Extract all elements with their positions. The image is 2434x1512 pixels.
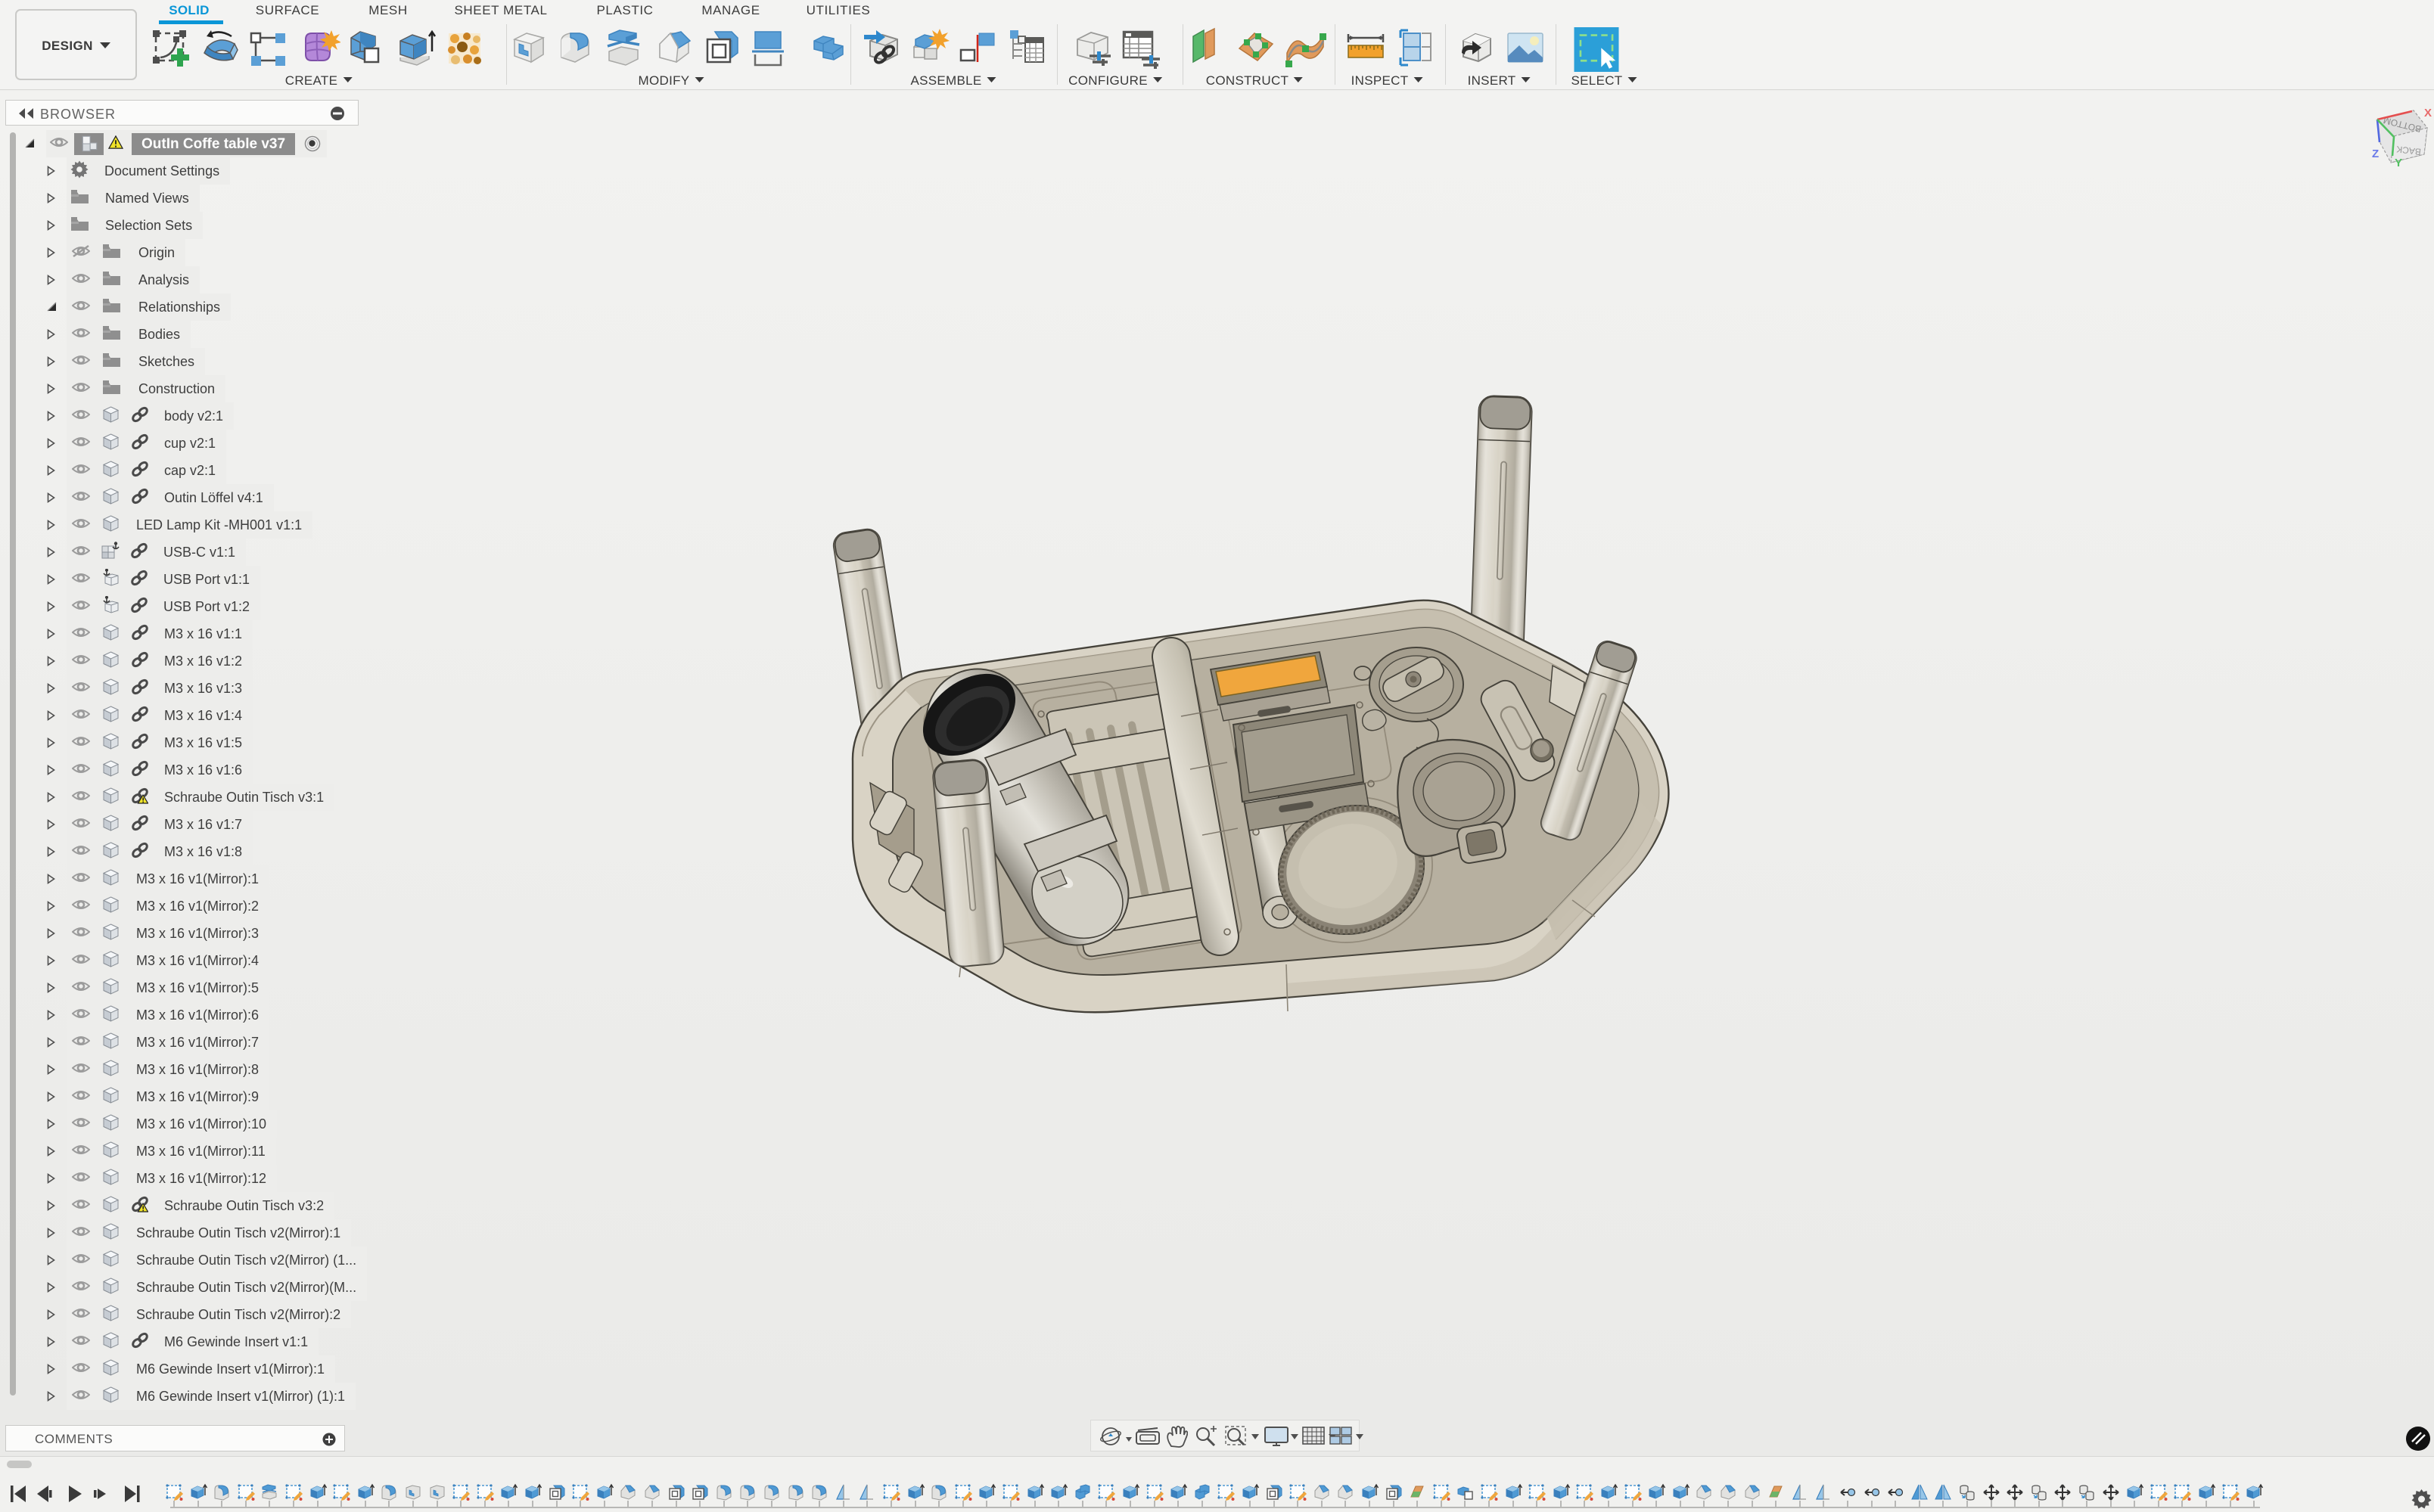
svg-text:Y: Y	[2395, 157, 2402, 169]
svg-text:X: X	[2424, 107, 2432, 120]
svg-text:Z: Z	[2372, 147, 2379, 160]
